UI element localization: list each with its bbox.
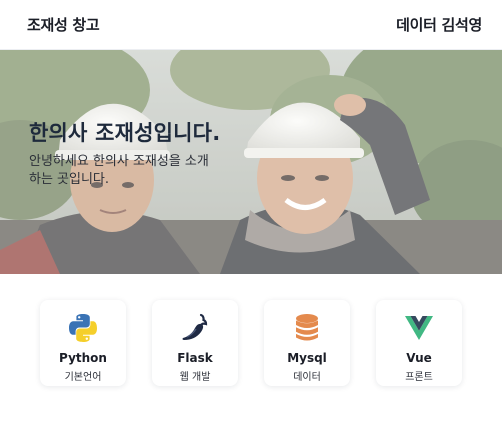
- card-title: Flask: [177, 351, 213, 365]
- card-python[interactable]: Python 기본언어: [40, 300, 126, 386]
- card-subtitle: 프론트: [405, 372, 433, 383]
- skills-section: Python 기본언어 Flask 웹 개발 Mysql 데이터 Vue 프론트: [0, 274, 502, 426]
- card-subtitle: 웹 개발: [179, 372, 211, 383]
- top-navbar: 조재성 창고 데이터 김석영: [0, 0, 502, 50]
- nav-link-data[interactable]: 데이터 김석영: [396, 14, 482, 35]
- card-flask[interactable]: Flask 웹 개발: [152, 300, 238, 386]
- database-icon: [291, 312, 323, 344]
- hero-title: 한의사 조재성입니다.: [29, 121, 221, 145]
- python-icon: [67, 312, 99, 344]
- vue-icon: [403, 312, 435, 344]
- card-title: Mysql: [287, 351, 327, 365]
- card-subtitle: 데이터: [293, 372, 321, 383]
- card-title: Python: [59, 351, 107, 365]
- hero-description: 안녕하세요 한의사 조재성을 소개하는 곳입니다.: [29, 154, 209, 187]
- card-mysql[interactable]: Mysql 데이터: [264, 300, 350, 386]
- hero-banner: 한의사 조재성입니다. 안녕하세요 한의사 조재성을 소개하는 곳입니다.: [0, 50, 502, 274]
- flask-pepper-icon: [179, 312, 211, 344]
- card-title: Vue: [406, 351, 432, 365]
- card-vue[interactable]: Vue 프론트: [376, 300, 462, 386]
- card-subtitle: 기본언어: [64, 372, 102, 383]
- brand-link[interactable]: 조재성 창고: [27, 14, 100, 35]
